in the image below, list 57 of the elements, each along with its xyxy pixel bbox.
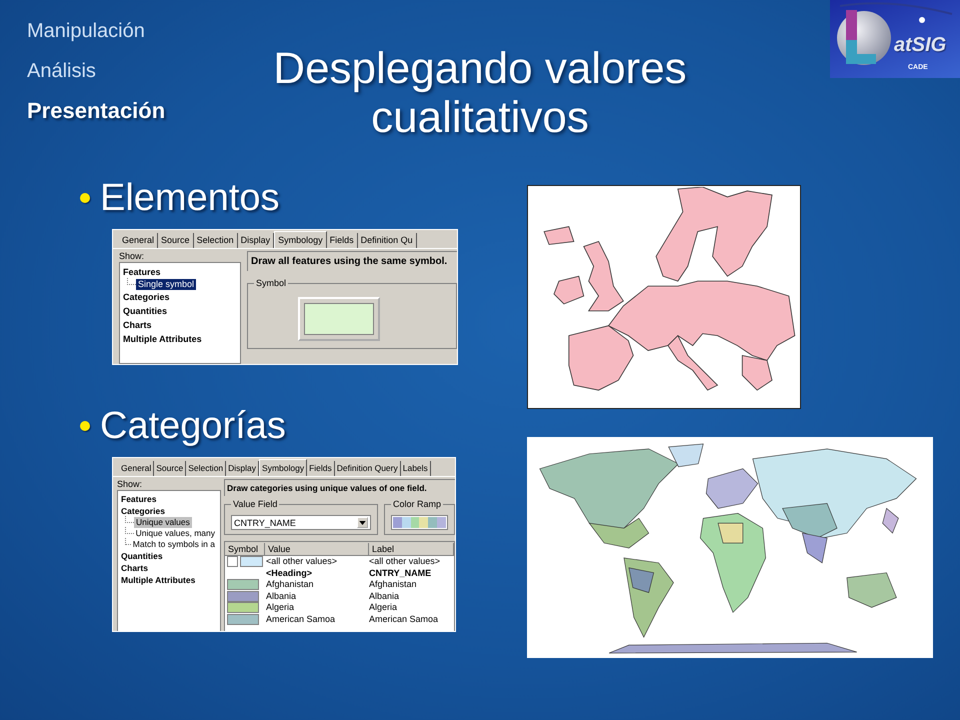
slide-title: Desplegando valores cualitativos	[273, 44, 687, 142]
table-cell-text: American Samoa	[368, 614, 440, 625]
tree-item[interactable]: Quantities	[121, 550, 217, 562]
tab[interactable]: Selection	[194, 233, 238, 248]
logo-wordmark: atSIG	[894, 34, 946, 57]
tree-item[interactable]: Categories	[123, 290, 237, 304]
nav-item[interactable]: Manipulación	[27, 17, 230, 45]
tab[interactable]: Labels	[400, 461, 431, 476]
tree-item[interactable]: Charts	[123, 318, 237, 332]
tab[interactable]: General	[119, 233, 158, 248]
table-cell-text: Algeria	[265, 602, 296, 614]
bullet-text: Categorías	[100, 404, 286, 448]
table-cell-text: Afghanistan	[368, 579, 418, 590]
tree-item[interactable]: Unique values, many	[134, 528, 217, 539]
tree-item[interactable]: Unique values	[134, 517, 192, 528]
tree-item[interactable]: Quantities	[123, 304, 237, 318]
show-label: Show:	[119, 251, 146, 262]
tab[interactable]: Definition Qu	[358, 233, 417, 248]
tab[interactable]: Source	[154, 461, 186, 476]
tab[interactable]: Fields	[326, 233, 358, 248]
table-cell-text: CNTRY_NAME	[368, 568, 432, 579]
table-cell-text: <all other values>	[265, 556, 338, 568]
table-cell-text: Algeria	[368, 602, 398, 614]
table-cell-text: American Samoa	[265, 614, 336, 625]
tab[interactable]: Selection	[186, 461, 226, 476]
description-text: Draw all features using the same symbol.	[247, 251, 457, 271]
tab[interactable]: Source	[158, 233, 194, 248]
tab[interactable]: Symbology	[259, 459, 308, 476]
tab[interactable]: General	[119, 461, 154, 476]
table-cell-text: Albania	[368, 590, 400, 602]
nav-item[interactable]: Análisis	[27, 57, 230, 85]
nav-item[interactable]: Presentación	[27, 97, 230, 125]
group-label: Color Ramp	[391, 499, 444, 510]
tree-item[interactable]: Multiple Attributes	[121, 574, 217, 586]
bullet-text: Elementos	[100, 176, 280, 220]
tree-item[interactable]: Charts	[121, 562, 217, 574]
tab[interactable]: Symbology	[274, 231, 327, 248]
group-label: Symbol	[254, 278, 288, 289]
value-field-dropdown[interactable]: CNTRY_NAME	[231, 515, 371, 530]
table-cell-text: Afghanistan	[265, 579, 315, 590]
column-header[interactable]: Label	[369, 542, 454, 554]
tab[interactable]: Fields	[307, 461, 335, 476]
tree-item[interactable]: Multiple Attributes	[123, 332, 237, 346]
tree-item[interactable]: Features	[121, 493, 217, 505]
tab[interactable]: Definition Query	[334, 461, 401, 476]
column-header[interactable]: Value	[265, 542, 369, 554]
table-cell-text: <all other values>	[368, 556, 442, 568]
group-label: Value Field	[231, 499, 280, 510]
tree-item[interactable]: Match to symbols in a	[130, 539, 217, 550]
description-text: Draw categories using unique values of one field.	[224, 479, 455, 496]
tree-item[interactable]: Features	[123, 265, 237, 279]
show-label: Show:	[117, 479, 144, 490]
column-header[interactable]: Symbol	[225, 542, 265, 554]
tree-item[interactable]: Categories	[121, 505, 217, 517]
table-cell-text: <Heading>	[265, 568, 314, 579]
table-cell-text: Albania	[265, 590, 298, 602]
tree-item[interactable]: Single symbol	[136, 279, 196, 290]
